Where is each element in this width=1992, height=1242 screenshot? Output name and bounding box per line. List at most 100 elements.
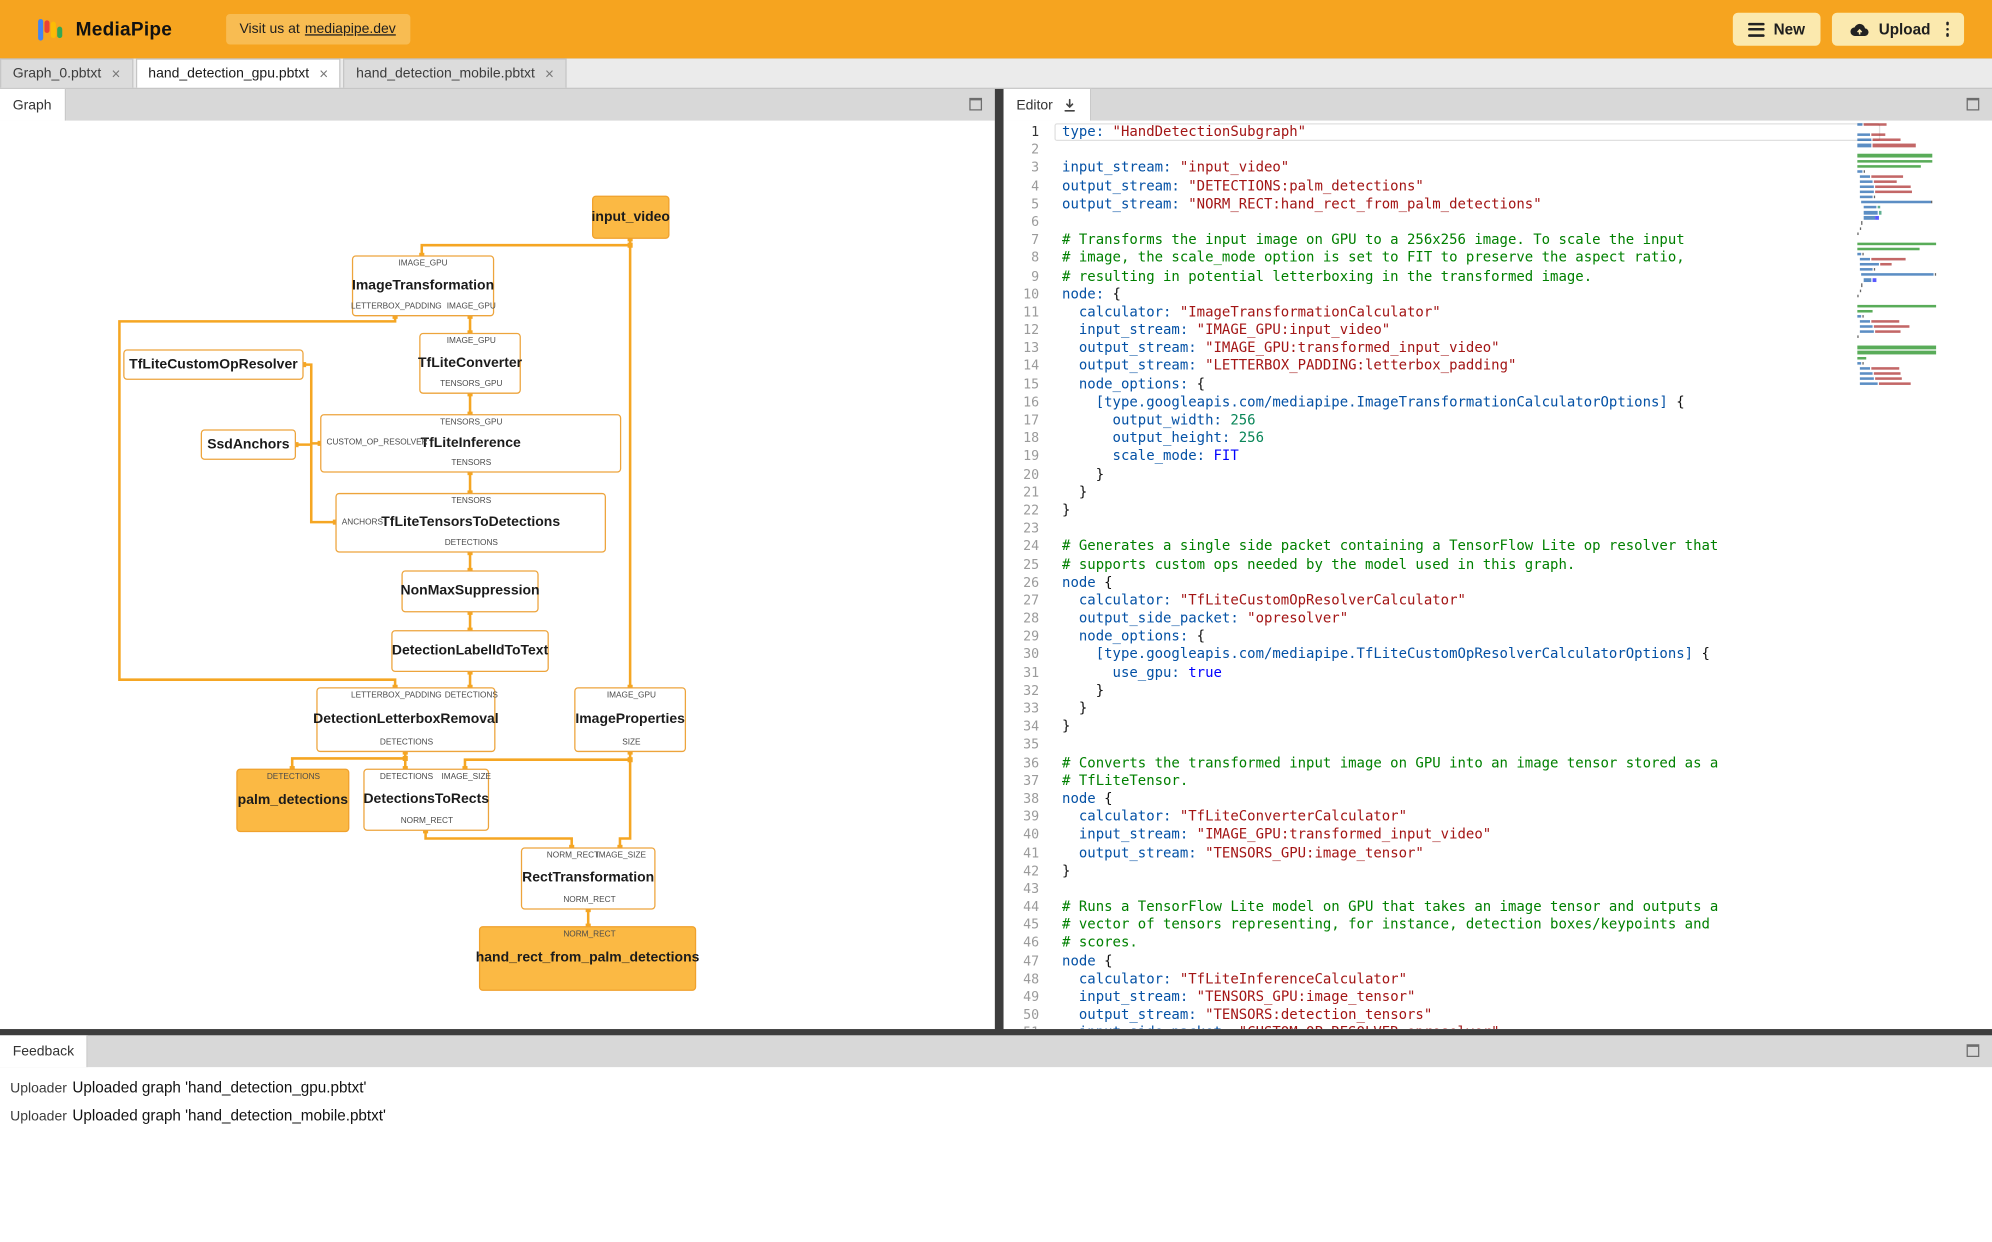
code-line[interactable]: 21 } (1004, 484, 1992, 502)
graph-node-TfLiteInference[interactable]: TfLiteInference TENSORS_GPU TENSORS CUSTOM_… (320, 414, 622, 473)
graph-node-TfLiteTensorsToDetections[interactable]: TfLiteTensorsToDetections TENSORS DETECTIO… (335, 492, 606, 553)
minimap-line (1857, 149, 1956, 152)
graph-node-palm_detections[interactable]: palm_detections DETECTIONS (236, 768, 350, 833)
code-line[interactable]: 40 input_stream: "IMAGE_GPU:transformed_… (1004, 826, 1992, 844)
code-line[interactable]: 3 input_stream: "input_video" (1004, 159, 1992, 177)
code-line[interactable]: 4 output_stream: "DETECTIONS:palm_detecti… (1004, 177, 1992, 195)
code-line[interactable]: 8 # image, the scale_mode option is set t… (1004, 249, 1992, 267)
code-line[interactable]: 37 # TfLiteTensor. (1004, 772, 1992, 790)
code-line[interactable]: 30 [type.googleapis.com/mediapipe.TfLite… (1004, 646, 1992, 664)
code-line[interactable]: 27 calculator: "TfLiteCustomOpResolverCa… (1004, 592, 1992, 610)
expand-feedback-panel-icon[interactable] (1966, 1044, 1980, 1057)
node-title: ImageTransformation (352, 277, 495, 293)
code-line[interactable]: 5 output_stream: "NORM_RECT:hand_rect_fro… (1004, 195, 1992, 213)
code-line[interactable]: 33 } (1004, 700, 1992, 718)
code-line[interactable]: 15 node_options: { (1004, 376, 1992, 394)
close-tab-icon[interactable]: × (319, 66, 328, 81)
code-line[interactable]: 49 input_stream: "TENSORS_GPU:image_tens… (1004, 988, 1992, 1006)
code-line[interactable]: 51 input_side_packet: "CUSTOM_OP_RESOLVE… (1004, 1024, 1992, 1029)
graph-node-TfLiteConverter[interactable]: TfLiteConverter IMAGE_GPU TENSORS_GPU (418, 332, 522, 394)
code-line[interactable]: 35 (1004, 736, 1992, 754)
file-tab-hand_detection_gpu.pbtxt[interactable]: hand_detection_gpu.pbtxt × (135, 58, 341, 88)
code-line[interactable]: 46 # scores. (1004, 934, 1992, 952)
graph-node-SsdAnchors[interactable]: SsdAnchors (200, 429, 297, 460)
file-tab-label: hand_detection_mobile.pbtxt (356, 66, 535, 82)
file-tab-hand_detection_mobile.pbtxt[interactable]: hand_detection_mobile.pbtxt × (343, 58, 567, 88)
code-line[interactable]: 47 node { (1004, 952, 1992, 970)
tab-editor[interactable]: Editor (1003, 88, 1091, 121)
graph-node-RectTransformation[interactable]: RectTransformation NORM_RECT IMAGE_SIZE NOR… (520, 847, 656, 910)
close-tab-icon[interactable]: × (111, 66, 120, 81)
code-line[interactable]: 48 calculator: "TfLiteInferenceCalculato… (1004, 970, 1992, 988)
minimap-line (1857, 263, 1956, 266)
node-port-image_size: IMAGE_SIZE (596, 850, 647, 860)
close-tab-icon[interactable]: × (545, 66, 554, 81)
file-tab-Graph_0.pbtxt[interactable]: Graph_0.pbtxt × (0, 58, 134, 88)
download-icon[interactable] (1062, 97, 1077, 112)
expand-editor-panel-icon[interactable] (1966, 97, 1980, 111)
graph-node-ImageTransformation[interactable]: ImageTransformation IMAGE_GPU LETTERBOX_PA… (351, 255, 496, 317)
new-button[interactable]: New (1733, 12, 1821, 46)
graph-node-DetectionsToRects[interactable]: DetectionsToRects DETECTIONS IMAGE_SIZE NOR… (363, 768, 491, 831)
code-line[interactable]: 39 calculator: "TfLiteConverterCalculato… (1004, 808, 1992, 826)
code-line[interactable]: 44 # Runs a TensorFlow Lite model on GPU … (1004, 898, 1992, 916)
code-line[interactable]: 23 (1004, 520, 1992, 538)
graph-node-input_video[interactable]: input_video (592, 195, 670, 239)
code-area[interactable]: 1 type: "HandDetectionSubgraph" 2 3 input_st… (1003, 120, 1992, 1030)
kebab-menu-icon[interactable] (1945, 21, 1949, 37)
code-line[interactable]: 18 output_height: 256 (1004, 430, 1992, 448)
minimap-line (1857, 252, 1956, 256)
code-line[interactable]: 20 } (1004, 466, 1992, 484)
code-line[interactable]: 36 # Converts the transformed input image… (1004, 754, 1992, 772)
expand-graph-panel-icon[interactable] (969, 97, 983, 111)
code-line-text: output_stream: "DETECTIONS:palm_detectio… (1062, 177, 1424, 194)
code-line[interactable]: 17 output_width: 256 (1004, 412, 1992, 430)
code-line[interactable]: 32 } (1004, 682, 1992, 700)
upload-button[interactable]: Upload (1831, 12, 1965, 46)
line-number: 49 (1023, 989, 1040, 1005)
code-line[interactable]: 1 type: "HandDetectionSubgraph" (1004, 123, 1992, 142)
code-line[interactable]: 12 input_stream: "IMAGE_GPU:input_video" (1004, 321, 1992, 339)
graph-node-DetectionLabelIdToText[interactable]: DetectionLabelIdToText (391, 630, 549, 673)
code-line[interactable]: 25 # supports custom ops needed by the mo… (1004, 556, 1992, 574)
graph-node-TfLiteCustomOpResolver[interactable]: TfLiteCustomOpResolver (123, 349, 304, 380)
code-line[interactable]: 19 scale_mode: FIT (1004, 448, 1992, 466)
code-line[interactable]: 41 output_stream: "TENSORS_GPU:image_ten… (1004, 844, 1992, 862)
code-line[interactable]: 42} (1004, 862, 1992, 880)
code-line[interactable]: 10 node: { (1004, 285, 1992, 303)
code-line[interactable]: 2 (1004, 141, 1992, 159)
node-title: NonMaxSuppression (400, 583, 540, 599)
code-line[interactable]: 26 node { (1004, 574, 1992, 592)
graph-canvas[interactable]: input_video ImageTransformation IMAGE_GPU L… (0, 120, 995, 1030)
code-line[interactable]: 38 node { (1004, 790, 1992, 808)
editor-minimap[interactable] (1857, 123, 1956, 387)
code-line[interactable]: 14 output_stream: "LETTERBOX_PADDING:let… (1004, 358, 1992, 376)
graph-node-NonMaxSuppression[interactable]: NonMaxSuppression (400, 570, 540, 613)
code-line[interactable]: 9 # resulting in potential letterboxing i… (1004, 267, 1992, 285)
code-line[interactable]: 24 # Generates a single side packet conta… (1004, 538, 1992, 556)
code-line-text: input_stream: "TENSORS_GPU:image_tensor" (1062, 988, 1416, 1005)
code-line[interactable]: 13 output_stream: "IMAGE_GPU:transformed… (1004, 340, 1992, 358)
minimap-line (1857, 232, 1956, 235)
code-line[interactable]: 7 # Transforms the input image on GPU to … (1004, 231, 1992, 249)
code-line[interactable]: 11 calculator: "ImageTransformationCalcu… (1004, 303, 1992, 321)
tab-feedback[interactable]: Feedback (0, 1035, 89, 1068)
code-line[interactable]: 22} (1004, 502, 1992, 520)
code-line[interactable]: 6 (1004, 213, 1992, 231)
graph-node-DetectionLetterboxRemoval[interactable]: DetectionLetterboxRemoval LETTERBOX_PADDI… (313, 687, 499, 753)
code-line[interactable]: 31 use_gpu: true (1004, 664, 1992, 682)
graph-node-hand_rect_from_palm_detections[interactable]: hand_rect_from_palm_detections NORM_RECT (476, 926, 699, 991)
minimap-line (1857, 206, 1956, 209)
code-line[interactable]: 29 node_options: { (1004, 628, 1992, 646)
minimap-line (1857, 190, 1956, 194)
code-line[interactable]: 34} (1004, 718, 1992, 736)
code-line[interactable]: 28 output_side_packet: "opresolver" (1004, 610, 1992, 628)
graph-edge-ImageProperties-to-RectTransformation (618, 752, 632, 848)
graph-node-ImageProperties[interactable]: ImageProperties IMAGE_GPU SIZE (574, 687, 687, 753)
code-line[interactable]: 50 output_stream: "TENSORS:detection_ten… (1004, 1006, 1992, 1024)
code-line[interactable]: 45 # vector of tensors representing, for … (1004, 916, 1992, 934)
code-line[interactable]: 43 (1004, 880, 1992, 898)
code-line[interactable]: 16 [type.googleapis.com/mediapipe.ImageT… (1004, 394, 1992, 412)
mediapipe-dev-link[interactable]: mediapipe.dev (305, 22, 396, 37)
tab-graph[interactable]: Graph (0, 88, 66, 121)
